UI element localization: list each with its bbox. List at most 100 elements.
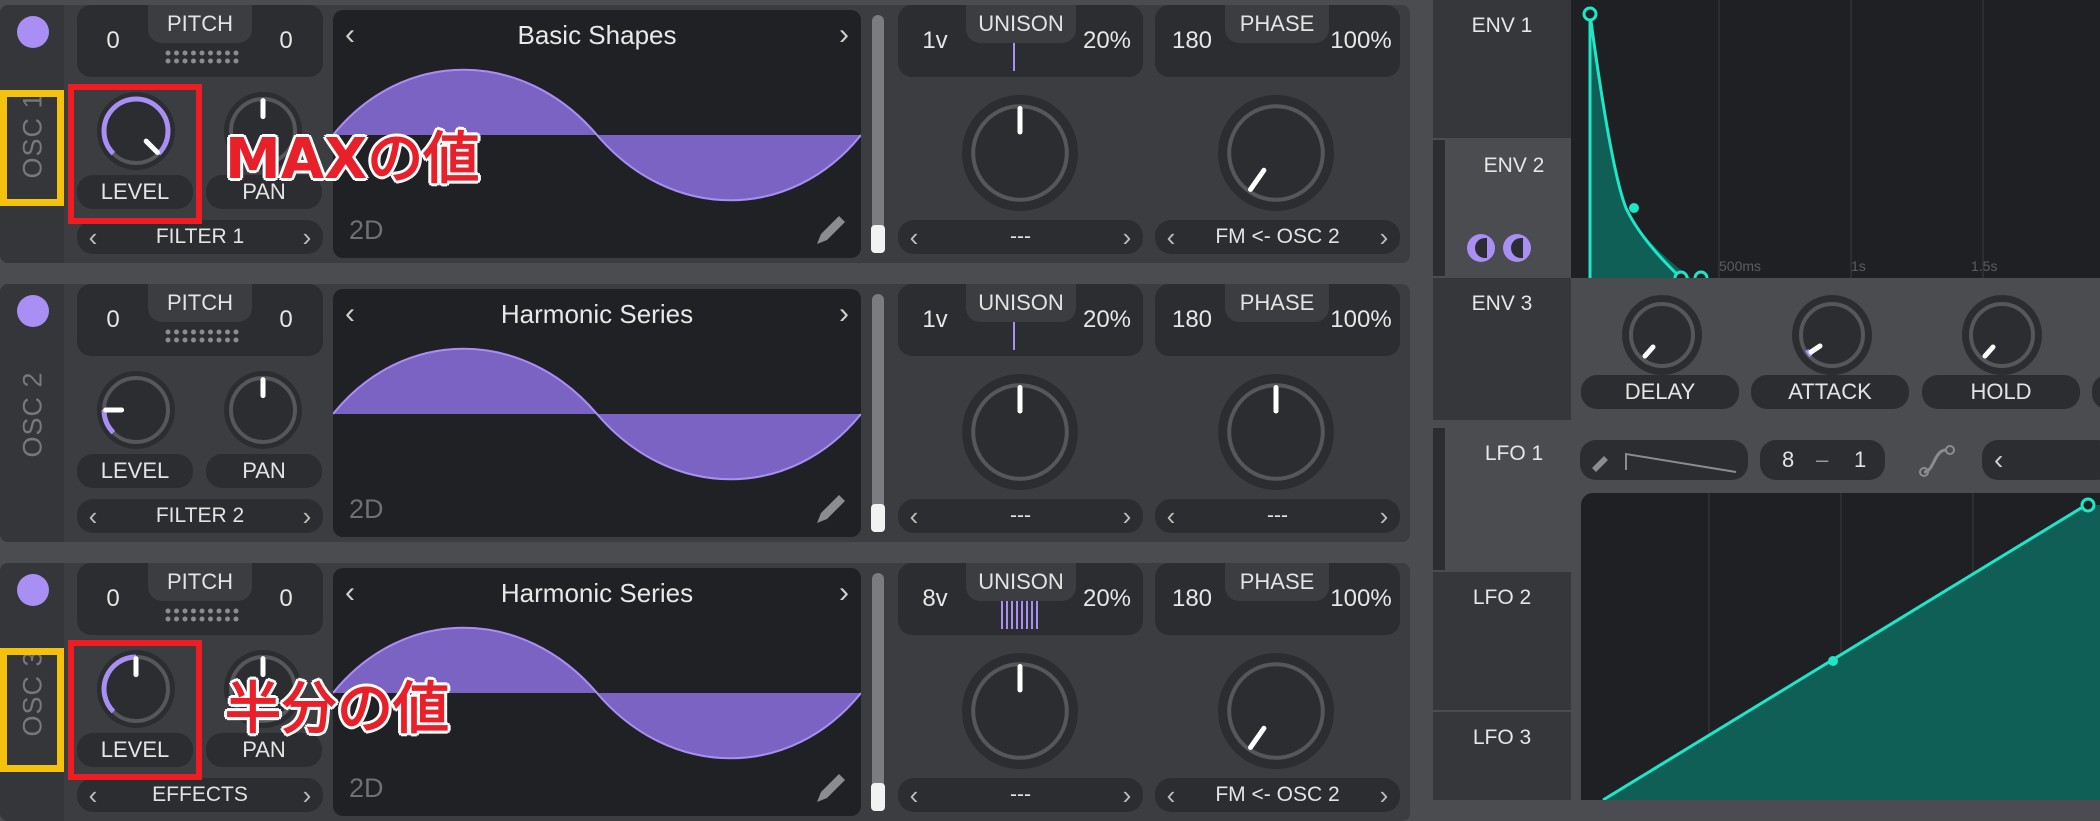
phase-knob[interactable] bbox=[1216, 93, 1336, 218]
mod-source-icon[interactable] bbox=[1467, 234, 1495, 262]
phase-knob[interactable] bbox=[1216, 651, 1336, 776]
chevron-right-icon[interactable]: › bbox=[1111, 220, 1143, 254]
oscillator-power-toggle[interactable] bbox=[17, 16, 49, 48]
destination-selector[interactable]: ‹ FILTER 2 › bbox=[77, 499, 323, 533]
pitch-transpose-value[interactable]: 0 bbox=[95, 27, 131, 55]
wavetable-dimension[interactable]: 2D bbox=[349, 215, 384, 246]
level-knob[interactable] bbox=[95, 369, 177, 456]
distortion-type-selector[interactable]: ‹ --- › bbox=[898, 220, 1143, 254]
pitch-transpose-value[interactable]: 0 bbox=[95, 306, 131, 334]
pitch-tune-value[interactable]: 0 bbox=[268, 585, 304, 613]
distortion-type-selector[interactable]: ‹ --- › bbox=[898, 778, 1143, 812]
wave-frame-slider[interactable] bbox=[872, 573, 884, 811]
unison-detune[interactable]: 20% bbox=[1078, 585, 1136, 613]
chevron-left-icon[interactable]: ‹ bbox=[898, 499, 930, 533]
chevron-left-icon[interactable]: ‹ bbox=[345, 297, 355, 331]
envelope-curve bbox=[1582, 0, 1984, 286]
wave-frame-slider-thumb[interactable] bbox=[871, 504, 885, 532]
smooth-curve-icon[interactable] bbox=[1916, 442, 1960, 478]
attack-knob[interactable] bbox=[1787, 290, 1877, 380]
unison-detune[interactable]: 20% bbox=[1078, 306, 1136, 334]
pan-knob[interactable] bbox=[222, 369, 304, 456]
delay-knob[interactable] bbox=[1617, 290, 1707, 380]
wavetable-name[interactable]: Basic Shapes bbox=[373, 20, 821, 51]
chevron-right-icon[interactable]: › bbox=[1368, 499, 1400, 533]
modulation-type-selector[interactable]: ‹ FM <- OSC 2 › bbox=[1155, 220, 1400, 254]
lfo-shape-selector[interactable] bbox=[1580, 440, 1748, 480]
phase-value[interactable]: 180 bbox=[1167, 27, 1217, 55]
oscillator-power-toggle[interactable] bbox=[17, 295, 49, 327]
chevron-left-icon[interactable]: ‹ bbox=[1155, 778, 1187, 812]
destination-selector[interactable]: ‹ FILTER 1 › bbox=[77, 220, 323, 254]
distortion-type-selector[interactable]: ‹ --- › bbox=[898, 499, 1143, 533]
unison-voices[interactable]: 1v bbox=[910, 306, 960, 334]
pitch-tune-value[interactable]: 0 bbox=[268, 27, 304, 55]
tab-env-3[interactable]: ENV 3 bbox=[1433, 278, 1571, 420]
chevron-right-icon[interactable]: › bbox=[1368, 220, 1400, 254]
chevron-left-icon[interactable]: ‹ bbox=[898, 220, 930, 254]
pitch-tune-value[interactable]: 0 bbox=[268, 306, 304, 334]
wavetable-name[interactable]: Harmonic Series bbox=[373, 578, 821, 609]
oscillator-power-toggle[interactable] bbox=[17, 574, 49, 606]
phase-randomize[interactable]: 100% bbox=[1330, 306, 1392, 334]
chevron-right-icon[interactable]: › bbox=[839, 576, 849, 610]
phase-randomize[interactable]: 100% bbox=[1330, 27, 1392, 55]
wave-frame-slider[interactable] bbox=[872, 15, 884, 253]
chevron-left-icon[interactable]: ‹ bbox=[1155, 499, 1187, 533]
destination-selector[interactable]: ‹ EFFECTS › bbox=[77, 778, 323, 812]
unison-voices[interactable]: 8v bbox=[910, 585, 960, 613]
chevron-right-icon[interactable]: › bbox=[291, 499, 323, 533]
chevron-left-icon[interactable]: ‹ bbox=[345, 18, 355, 52]
chevron-left-icon[interactable]: ‹ bbox=[1994, 444, 2003, 476]
unison-knob[interactable] bbox=[960, 651, 1080, 776]
chevron-left-icon[interactable]: ‹ bbox=[77, 778, 109, 812]
mod-source-icon[interactable] bbox=[1503, 234, 1531, 262]
unison-knob[interactable] bbox=[960, 372, 1080, 497]
tab-lfo-2[interactable]: LFO 2 bbox=[1433, 572, 1571, 710]
modulation-type-label: FM <- OSC 2 bbox=[1215, 783, 1340, 806]
chevron-right-icon[interactable]: › bbox=[1368, 778, 1400, 812]
wavetable-dimension[interactable]: 2D bbox=[349, 494, 384, 525]
phase-randomize[interactable]: 100% bbox=[1330, 585, 1392, 613]
pencil-icon[interactable] bbox=[813, 212, 849, 248]
lfo-preset-selector[interactable]: ‹ bbox=[1982, 440, 2100, 480]
wavetable-name[interactable]: Harmonic Series bbox=[373, 299, 821, 330]
unison-voices[interactable]: 1v bbox=[910, 27, 960, 55]
chevron-right-icon[interactable]: › bbox=[1111, 499, 1143, 533]
chevron-left-icon[interactable]: ‹ bbox=[77, 220, 109, 254]
pencil-icon[interactable] bbox=[813, 770, 849, 806]
tab-env-2[interactable]: ENV 2 bbox=[1433, 140, 1583, 276]
lfo-graph[interactable] bbox=[1581, 493, 2100, 802]
pitch-transpose-value[interactable]: 0 bbox=[95, 585, 131, 613]
hold-knob[interactable] bbox=[1957, 290, 2047, 380]
unison-detune[interactable]: 20% bbox=[1078, 27, 1136, 55]
envelope-graph[interactable]: 500ms 1s 1.5s bbox=[1571, 0, 2100, 286]
chevron-right-icon[interactable]: › bbox=[839, 18, 849, 52]
chevron-right-icon[interactable]: › bbox=[1111, 778, 1143, 812]
wavetable-dimension[interactable]: 2D bbox=[349, 773, 384, 804]
chevron-left-icon[interactable]: ‹ bbox=[77, 499, 109, 533]
phase-knob[interactable] bbox=[1216, 372, 1336, 497]
phase-value[interactable]: 180 bbox=[1167, 585, 1217, 613]
wave-frame-slider[interactable] bbox=[872, 294, 884, 532]
pencil-icon[interactable] bbox=[813, 491, 849, 527]
modulation-type-selector[interactable]: ‹ FM <- OSC 2 › bbox=[1155, 778, 1400, 812]
chevron-right-icon[interactable]: › bbox=[291, 778, 323, 812]
wave-frame-slider-thumb[interactable] bbox=[871, 225, 885, 253]
hold-label: HOLD bbox=[1922, 375, 2080, 409]
tab-lfo-1[interactable]: LFO 1 bbox=[1433, 428, 1583, 570]
tab-label: ENV 3 bbox=[1471, 292, 1533, 315]
tab-env-1[interactable]: ENV 1 bbox=[1433, 0, 1571, 138]
chevron-right-icon[interactable]: › bbox=[291, 220, 323, 254]
phase-value[interactable]: 180 bbox=[1167, 306, 1217, 334]
chevron-left-icon[interactable]: ‹ bbox=[1155, 220, 1187, 254]
wavetable-display[interactable]: ‹ Harmonic Series › 2D bbox=[333, 289, 861, 537]
chevron-right-icon[interactable]: › bbox=[839, 297, 849, 331]
wave-frame-slider-thumb[interactable] bbox=[871, 783, 885, 811]
unison-knob[interactable] bbox=[960, 93, 1080, 218]
lfo-tempo[interactable]: 8 – 1 bbox=[1760, 440, 1885, 480]
modulation-type-selector[interactable]: ‹ --- › bbox=[1155, 499, 1400, 533]
chevron-left-icon[interactable]: ‹ bbox=[898, 778, 930, 812]
tab-lfo-3[interactable]: LFO 3 bbox=[1433, 712, 1571, 800]
chevron-left-icon[interactable]: ‹ bbox=[345, 576, 355, 610]
